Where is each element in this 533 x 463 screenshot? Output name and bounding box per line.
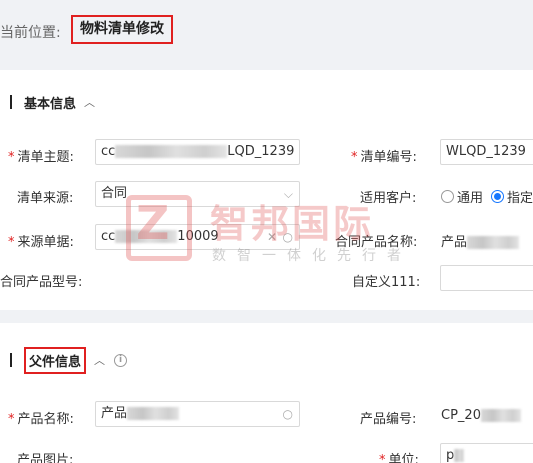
basic-info-card: 基本信息 ︿ * 清单主题: cc LQD_1239 * 清单编号: WLQD_123… — [0, 70, 533, 310]
radio-specified[interactable] — [491, 190, 505, 203]
section-title: 基本信息 — [24, 96, 77, 112]
list-subject-label: * 清单主题: — [8, 150, 74, 165]
section-title: 父件信息 — [29, 354, 82, 370]
close-icon[interactable]: ✕ — [267, 225, 277, 249]
contract-product-model-label: 合同产品型号: — [0, 275, 83, 290]
search-icon[interactable]: ○ — [283, 225, 293, 249]
source-doc-label: * 来源单据: — [8, 235, 74, 250]
list-source-select[interactable]: 合同 ⌵ — [95, 181, 300, 207]
chevron-down-icon: ⌵ — [283, 187, 293, 201]
search-icon[interactable]: ○ — [283, 402, 293, 426]
product-image-label: 产品图片: — [17, 453, 74, 463]
list-number-input[interactable]: WLQD_1239 — [440, 139, 533, 165]
product-number-label: 产品编号: — [360, 412, 417, 427]
basic-info-header[interactable]: 基本信息 ︿ — [10, 92, 95, 112]
page-title: 物料清单修改 — [71, 15, 173, 44]
list-number-label: * 清单编号: — [351, 150, 417, 165]
info-icon[interactable]: i — [114, 353, 128, 367]
product-number-value: CP_20 — [441, 408, 521, 423]
product-name-input[interactable]: 产品 ○ — [95, 401, 300, 427]
custom111-label: 自定义111: — [352, 275, 421, 290]
breadcrumb-label: 当前位置: — [0, 25, 61, 41]
radio-general-label: 通用 — [457, 191, 484, 206]
list-subject-input[interactable]: cc LQD_1239 — [95, 139, 300, 165]
contract-product-name-value: 产品 — [441, 231, 520, 250]
unit-input[interactable]: p — [440, 443, 533, 463]
chevron-up-icon[interactable]: ︿ — [84, 94, 95, 110]
custom111-input[interactable] — [440, 265, 533, 291]
customer-label: 适用客户: — [360, 191, 417, 206]
section-bar — [10, 353, 12, 367]
breadcrumb-bar: 当前位置: 物料清单修改 — [0, 0, 533, 60]
section-bar — [10, 95, 12, 109]
parent-info-highlight: 父件信息 — [24, 346, 87, 374]
chevron-up-icon[interactable]: ︿ — [94, 352, 105, 368]
contract-product-name-label: 合同产品名称: — [335, 235, 418, 250]
unit-label: * 单位: — [379, 453, 419, 463]
radio-general[interactable] — [441, 190, 454, 203]
parent-info-card: 父件信息 ︿ i * 产品名称: 产品 ○ 产品编号: CP_20 产品图片: *… — [0, 323, 533, 463]
parent-info-header[interactable]: 父件信息 ︿ i — [10, 346, 128, 374]
source-doc-input[interactable]: cc 10009 ✕ ○ — [95, 224, 300, 250]
list-source-label: 清单来源: — [17, 191, 74, 206]
product-name-label: * 产品名称: — [8, 412, 74, 427]
customer-radio-group: 通用 指定 — [441, 187, 533, 206]
radio-specified-label: 指定 — [507, 191, 533, 206]
